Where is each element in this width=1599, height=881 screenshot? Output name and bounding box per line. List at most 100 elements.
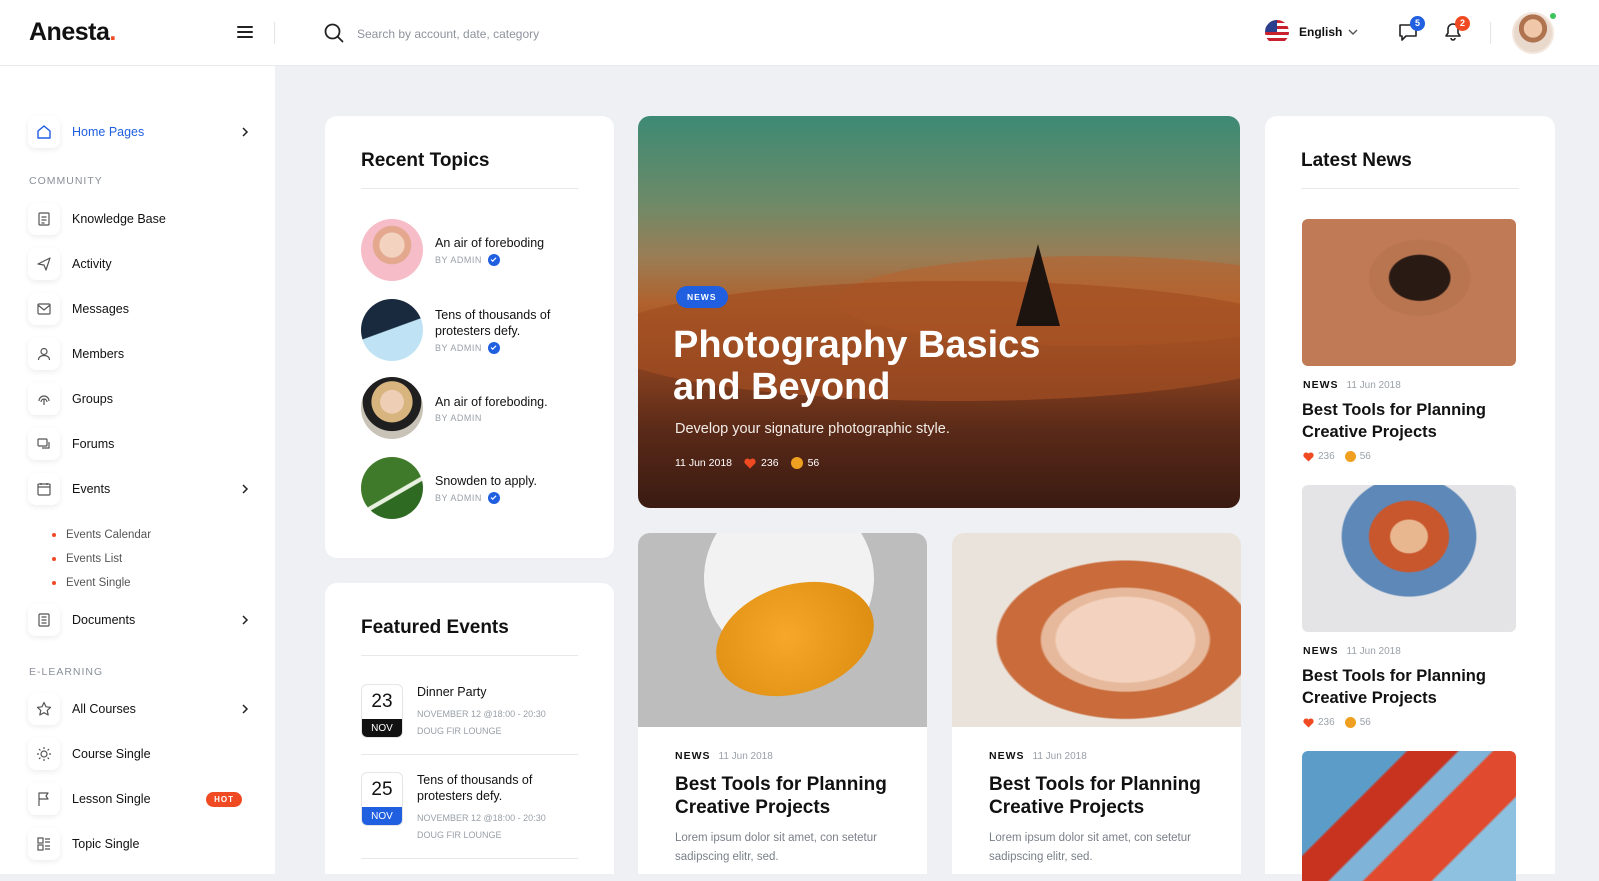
sidebar-item-topic-single[interactable]: Topic Single [28,828,250,860]
hero-category-badge: NEWS [676,286,728,308]
heart-icon [1303,451,1314,462]
sidebar-subitem-events-calendar[interactable]: Events Calendar [52,529,151,541]
notifications-button[interactable]: 2 [1443,16,1470,47]
grid-list-icon [28,828,60,860]
topic-item[interactable]: Snowden to apply. BY ADMIN [361,457,575,519]
verified-icon [487,491,500,504]
topic-item[interactable]: An air of foreboding. BY ADMIN [361,377,575,439]
topic-avatar [361,457,423,519]
section-title-community: COMMUNITY [29,175,103,187]
event-item[interactable]: 23 NOV Dinner Party NOVEMBER 12 @18:00 - … [361,684,567,740]
recent-topics-card: Recent Topics An air of foreboding BY AD… [325,116,614,558]
search-input[interactable] [357,23,657,45]
news-image[interactable] [1302,751,1516,881]
divider [361,655,578,656]
sidebar-item-messages[interactable]: Messages [28,293,250,325]
hero-subtitle: Develop your signature photographic styl… [675,421,950,437]
divider [1490,22,1491,44]
news-stats: 236 56 [1303,717,1371,728]
news-title[interactable]: Best Tools for Planning Creative Project… [1302,666,1512,709]
sidebar-item-members[interactable]: Members [28,338,250,370]
news-image[interactable] [1302,219,1516,366]
event-item[interactable]: 25 NOV Tens of thousands of protesters de… [361,772,567,844]
hot-badge: HOT [206,791,242,807]
document-icon [28,604,60,636]
chevron-right-icon [242,484,249,494]
divider [1301,188,1519,189]
sidebar-subitem-event-single[interactable]: Event Single [52,577,131,589]
topic-avatar [361,377,423,439]
sidebar: Home Pages COMMUNITY Knowledge Base Acti… [0,66,275,874]
featured-events-card: Featured Events 23 NOV Dinner Party NOVEM… [325,583,614,874]
topic-item[interactable]: An air of foreboding BY ADMIN [361,219,575,281]
post-card[interactable]: NEWS 11 Jun 2018 Best Tools for Planning … [638,533,927,874]
sidebar-item-all-courses[interactable]: All Courses [28,693,250,725]
news-stats: 236 56 [1303,451,1371,462]
sidebar-item-groups[interactable]: Groups [28,383,250,415]
topic-item[interactable]: Tens of thousands of protesters defy. BY… [361,299,575,361]
divider [361,754,578,755]
news-title[interactable]: Best Tools for Planning Creative Project… [1302,400,1512,443]
clipboard-icon [28,203,60,235]
language-selector[interactable]: English [1265,20,1358,44]
fingerprint-icon [28,383,60,415]
sidebar-item-forums[interactable]: Forums [28,428,250,460]
latest-news-card: Latest News NEWS 11 Jun 2018 Best Tools f… [1265,116,1555,881]
sun-icon [28,738,60,770]
chevron-right-icon [242,704,249,714]
post-title[interactable]: Best Tools for Planning Creative Project… [675,773,915,819]
menu-toggle-icon[interactable] [237,26,253,38]
chevron-down-icon [1348,29,1358,35]
hero-card[interactable]: NEWS Photography Basics and Beyond Devel… [638,116,1240,508]
sidebar-item-home-pages[interactable]: Home Pages [28,116,250,148]
hero-date: 11 Jun 2018 [675,457,733,469]
comment-icon [1344,451,1356,462]
sidebar-item-events[interactable]: Events [28,473,250,505]
user-icon [28,338,60,370]
heart-icon [1303,717,1314,728]
sidebar-item-course-single[interactable]: Course Single [28,738,250,770]
hero-meta: 11 Jun 2018 236 56 [675,457,819,469]
hero-title[interactable]: Photography Basics and Beyond [673,324,1093,408]
post-title[interactable]: Best Tools for Planning Creative Project… [989,773,1229,819]
sidebar-item-documents[interactable]: Documents [28,604,250,636]
post-image [952,533,1241,727]
verified-icon [487,253,500,266]
hero-likes: 236 [761,457,779,469]
paper-plane-icon [28,248,60,280]
notifications-badge: 2 [1455,16,1470,31]
hero-comments: 56 [807,457,820,469]
post-excerpt: Lorem ipsum dolor sit amet, con setetur … [989,832,1191,863]
card-title: Latest News [1301,150,1412,171]
us-flag-icon [1265,20,1289,44]
sidebar-item-knowledge-base[interactable]: Knowledge Base [28,203,250,235]
messages-button[interactable]: 5 [1398,16,1425,47]
search-icon[interactable] [324,23,344,43]
divider [274,22,275,44]
online-status-dot [1549,12,1557,20]
language-label: English [1299,25,1343,39]
sidebar-subitem-events-list[interactable]: Events List [52,553,122,565]
flag-icon [28,783,60,815]
event-date: 25 NOV [361,772,403,826]
post-card[interactable]: NEWS 11 Jun 2018 Best Tools for Planning … [952,533,1241,874]
sidebar-item-activity[interactable]: Activity [28,248,250,280]
sidebar-item-lesson-single[interactable]: Lesson Single HOT [28,783,250,815]
hero-image [1016,244,1060,326]
star-icon [28,693,60,725]
divider [361,858,578,859]
post-image [638,533,927,727]
chevron-right-icon [242,615,249,625]
post-excerpt: Lorem ipsum dolor sit amet, con setetur … [675,832,877,863]
mail-icon [28,293,60,325]
home-icon [28,116,60,148]
user-avatar[interactable] [1512,12,1554,54]
topic-avatar [361,219,423,281]
card-title: Recent Topics [361,150,490,171]
logo[interactable]: Anesta. [29,18,116,47]
verified-icon [487,341,500,354]
news-image[interactable] [1302,485,1516,632]
forum-icon [28,428,60,460]
divider [361,188,578,189]
comment-icon [790,457,803,469]
